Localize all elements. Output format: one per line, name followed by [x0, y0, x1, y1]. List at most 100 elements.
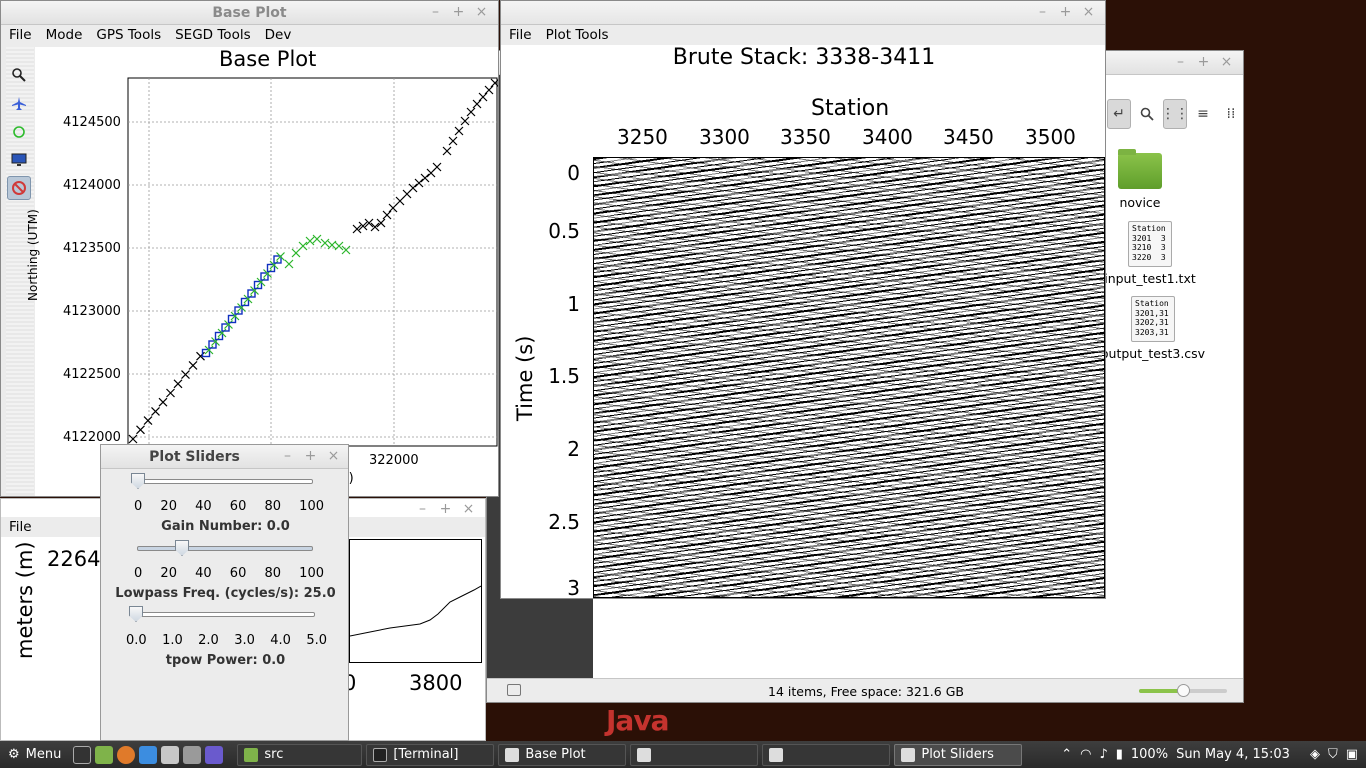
list-item[interactable]: novice — [1107, 149, 1173, 210]
compact-view-icon[interactable]: ⁞⁞ — [1219, 99, 1243, 129]
slider-tick-labels: 0 20 40 60 80 100 — [134, 499, 324, 514]
minimize-icon[interactable]: – — [416, 501, 429, 517]
track-marker — [188, 360, 198, 370]
value-label: 2264 — [47, 547, 101, 571]
file-manager-toolbar: ↵ ⋮⋮ ≡ ⁞⁞ — [1107, 99, 1243, 129]
thunderbird-icon[interactable] — [139, 745, 158, 764]
track-marker — [312, 234, 322, 244]
task-plot-sliders[interactable]: Plot Sliders — [894, 743, 1023, 766]
system-tray: ⌃ ◠ ♪ ▮ 100% Sun May 4, 15:03 ◈ ⛉ ▣ — [1061, 741, 1358, 768]
y-axis-label: meters (m) — [13, 541, 37, 659]
back-icon[interactable]: ↵ — [1107, 99, 1131, 129]
task-java-window[interactable] — [630, 743, 759, 766]
start-menu-button[interactable]: ⚙ Menu — [0, 741, 69, 768]
x-tick-label: 3450 — [943, 125, 994, 149]
track-marker — [151, 406, 160, 416]
track-marker — [291, 248, 301, 258]
track-marker — [490, 78, 498, 88]
slider-track[interactable] — [137, 546, 313, 551]
icon-view-icon[interactable]: ⋮⋮ — [1161, 99, 1189, 129]
menu-file[interactable]: File — [509, 27, 532, 43]
y-tick-label: 2 — [567, 437, 580, 461]
track-marker — [320, 238, 330, 248]
minimize-icon[interactable]: – — [1036, 4, 1049, 20]
track-marker — [472, 99, 482, 109]
menu-plot-tools[interactable]: Plot Tools — [546, 27, 609, 43]
menu-bar: File Plot Tools — [501, 25, 1105, 45]
tools-icon[interactable] — [183, 745, 202, 764]
battery-icon[interactable]: ▮ — [1116, 747, 1123, 762]
track-marker — [460, 116, 470, 126]
maximize-icon[interactable]: + — [1197, 54, 1210, 70]
zoom-slider-thumb[interactable] — [1177, 684, 1190, 697]
close-icon[interactable]: × — [1220, 54, 1233, 70]
task-base-plot[interactable]: Base Plot — [498, 743, 627, 766]
track-marker — [420, 173, 430, 183]
slider-tick-labels: 0.0 1.0 2.0 3.0 4.0 5.0 — [126, 633, 327, 648]
track-marker — [305, 236, 315, 246]
text-file-icon: Station 3201,31 3202,31 3203,31 — [1131, 296, 1175, 342]
slider-thumb[interactable] — [175, 540, 189, 556]
minimize-icon[interactable]: – — [281, 448, 294, 464]
track-marker — [382, 210, 392, 220]
slider-thumb[interactable] — [129, 606, 143, 622]
clock[interactable]: Sun May 4, 15:03 — [1176, 747, 1290, 762]
track-marker — [484, 85, 494, 95]
task-terminal[interactable]: [Terminal] — [366, 743, 495, 766]
minimize-icon[interactable]: – — [1174, 54, 1187, 70]
brute-stack-window: – + × File Plot Tools Brute Stack: 3338-… — [500, 0, 1106, 599]
close-icon[interactable]: × — [327, 448, 340, 464]
task-src[interactable]: src — [237, 743, 363, 766]
status-text: 14 items, Free space: 321.6 GB — [768, 684, 964, 699]
y-tick-label: 1 — [567, 292, 580, 316]
base-plot-svg — [127, 77, 498, 447]
gps-track — [128, 78, 498, 444]
y-axis-label: Time (s) — [513, 335, 537, 421]
folder-icon — [244, 747, 259, 762]
volume-icon[interactable]: ♪ — [1099, 747, 1107, 762]
firefox-icon[interactable] — [117, 745, 136, 764]
y-tick-label: 0.5 — [548, 219, 580, 243]
brute-stack-titlebar[interactable]: – + × — [501, 1, 1105, 25]
wifi-icon[interactable]: ◠ — [1080, 747, 1091, 762]
task-java-window[interactable] — [762, 743, 891, 766]
search-icon[interactable] — [1135, 99, 1159, 129]
files-icon[interactable] — [95, 745, 114, 764]
user-icon[interactable]: ▣ — [1346, 747, 1358, 762]
track-marker — [158, 397, 168, 407]
list-view-icon[interactable]: ≡ — [1191, 99, 1215, 129]
slider-thumb[interactable] — [131, 473, 145, 489]
maximize-icon[interactable]: + — [439, 501, 452, 517]
track-marker — [136, 425, 145, 435]
window-controls: – + × — [1174, 54, 1233, 70]
slider-tick-labels: 0 20 40 60 80 100 — [134, 566, 324, 581]
app-icon[interactable] — [161, 745, 180, 764]
plot-sliders-titlebar[interactable]: Plot Sliders – + × — [101, 445, 348, 469]
shield-icon[interactable]: ⛉ — [1328, 747, 1338, 762]
slider-track[interactable] — [135, 612, 315, 617]
track-marker — [341, 245, 351, 255]
zoom-slider[interactable] — [1139, 684, 1227, 697]
terminal-icon[interactable] — [73, 745, 92, 764]
app-icon[interactable] — [205, 745, 224, 764]
y-tick-label: 1.5 — [548, 364, 580, 388]
track-marker — [442, 146, 452, 156]
chevron-up-icon[interactable]: ⌃ — [1061, 747, 1072, 762]
track-marker — [143, 416, 153, 426]
maximize-icon[interactable]: + — [1059, 4, 1072, 20]
close-icon[interactable]: × — [462, 501, 475, 517]
list-item[interactable]: Station 3201,31 3202,31 3203,31 output_t… — [1093, 296, 1213, 361]
java-icon — [901, 747, 916, 762]
maximize-icon[interactable]: + — [304, 448, 317, 464]
list-item[interactable]: Station 3201 3 3210 3 3220 3 input_test1… — [1097, 221, 1203, 286]
menu-file[interactable]: File — [9, 519, 32, 535]
seismic-section-image[interactable] — [593, 157, 1105, 598]
close-icon[interactable]: × — [1082, 4, 1095, 20]
elevation-plot-frame[interactable] — [349, 539, 482, 663]
slider-track[interactable] — [137, 479, 313, 484]
plot-title: Brute Stack: 3338-3411 — [672, 45, 936, 70]
network-icon[interactable]: ◈ — [1310, 747, 1320, 762]
base-plot-window: Base Plot – + × File Mode GPS Tools SEGD… — [0, 0, 499, 497]
window-controls: – + × — [416, 501, 475, 517]
java-icon — [505, 747, 520, 762]
